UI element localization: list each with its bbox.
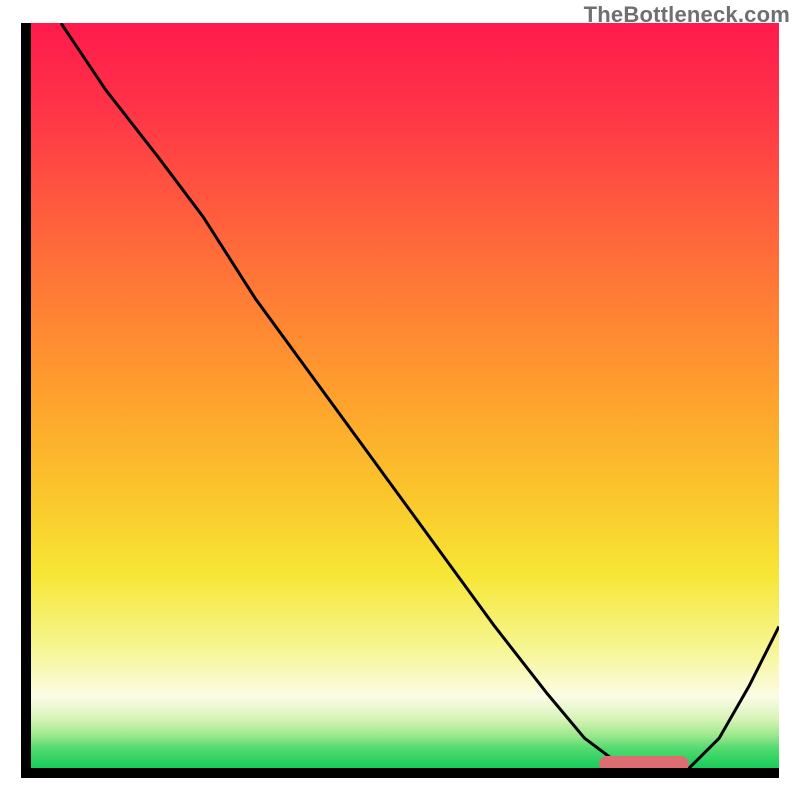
plot-area [31, 23, 779, 768]
optimal-range-marker [599, 756, 689, 768]
heat-gradient [31, 23, 779, 768]
gradient-and-curve [31, 23, 779, 768]
chart-container: TheBottleneck.com [0, 0, 800, 800]
